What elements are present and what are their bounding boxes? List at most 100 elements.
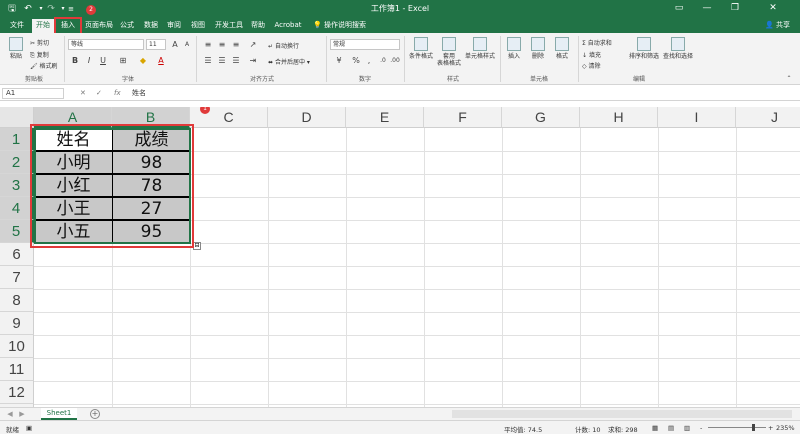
column-header-g[interactable]: G — [502, 107, 580, 128]
font-size-select[interactable]: 11 — [146, 39, 166, 50]
italic-button[interactable]: I — [84, 55, 94, 66]
align-right-icon[interactable]: ☰ — [230, 55, 242, 66]
row-header-2[interactable]: 2 — [0, 151, 34, 174]
align-bottom-icon[interactable]: ≡ — [230, 39, 242, 50]
tab-acrobat[interactable]: Acrobat — [273, 19, 303, 33]
clear-button[interactable]: ◇ 清除 — [582, 61, 601, 70]
font-name-select[interactable]: 等线 — [68, 39, 144, 50]
column-header-f[interactable]: F — [424, 107, 502, 128]
row-header-4[interactable]: 4 — [0, 197, 34, 220]
comma-button[interactable]: , — [364, 55, 374, 66]
tab-view[interactable]: 视图 — [189, 19, 207, 33]
row-header-12[interactable]: 12 — [0, 381, 34, 404]
wrap-text-button[interactable]: ↵ 自动换行 — [268, 41, 299, 50]
sort-filter-button[interactable]: 排序和筛选 — [628, 37, 660, 60]
row-header-8[interactable]: 8 — [0, 289, 34, 312]
border-icon[interactable]: ⊞ — [116, 55, 130, 66]
row-header-5[interactable]: 5 — [0, 220, 34, 243]
column-header-d[interactable]: D — [268, 107, 346, 128]
tab-data[interactable]: 数据 — [142, 19, 160, 33]
row-header-1[interactable]: 1 — [0, 128, 34, 151]
page-break-view-icon[interactable]: ▥ — [684, 424, 690, 432]
zoom-slider[interactable] — [708, 427, 766, 428]
row-header-9[interactable]: 9 — [0, 312, 34, 335]
decrease-font-icon[interactable]: A — [182, 39, 192, 50]
tab-help[interactable]: 帮助 — [249, 19, 267, 33]
align-center-icon[interactable]: ☰ — [216, 55, 228, 66]
increase-decimal-icon[interactable]: .0 — [378, 55, 388, 66]
format-as-table-button[interactable]: 套用 表格格式 — [436, 37, 462, 67]
conditional-format-button[interactable]: 条件格式 — [408, 37, 434, 60]
formula-input[interactable]: 姓名 — [132, 88, 146, 99]
column-header-j[interactable]: J — [736, 107, 800, 128]
tab-file[interactable]: 文件 — [6, 19, 28, 33]
bold-button[interactable]: B — [70, 55, 80, 66]
ribbon-display-icon[interactable]: ▭ — [666, 1, 692, 15]
copy-button[interactable]: ⎘ 复制 — [30, 50, 49, 60]
delete-cells-button[interactable]: 删除 — [528, 37, 548, 60]
paste-button[interactable]: 粘贴 — [6, 37, 26, 60]
align-middle-icon[interactable]: ≡ — [216, 39, 228, 50]
minimize-icon[interactable]: — — [694, 1, 720, 15]
conditional-format-label: 条件格式 — [408, 53, 433, 60]
tab-home[interactable]: 开始 — [32, 19, 54, 33]
cell-styles-button[interactable]: 单元格样式 — [464, 37, 496, 60]
row-header-7[interactable]: 7 — [0, 266, 34, 289]
scroll-left-icon[interactable]: ◀ — [6, 409, 14, 419]
close-icon[interactable]: ✕ — [760, 1, 786, 15]
row-header-3[interactable]: 3 — [0, 174, 34, 197]
column-header-h[interactable]: H — [580, 107, 658, 128]
zoom-slider-thumb[interactable] — [752, 424, 755, 431]
fill-button[interactable]: ↓ 填充 — [582, 50, 601, 59]
select-all-button[interactable] — [0, 107, 34, 128]
page-layout-view-icon[interactable]: ▤ — [668, 424, 674, 432]
share-button[interactable]: 👤 共享 — [765, 19, 790, 32]
format-painter-button[interactable]: 🖌 格式刷 — [30, 61, 58, 70]
zoom-level[interactable]: 235% — [776, 424, 795, 432]
tab-developer[interactable]: 开发工具 — [213, 19, 245, 33]
tell-me-search[interactable]: 💡 操作说明搜索 — [313, 19, 366, 32]
horizontal-scrollbar[interactable] — [452, 410, 792, 418]
fx-button[interactable]: fx — [114, 88, 121, 99]
quick-analysis-icon[interactable]: ⊟ — [193, 242, 201, 250]
normal-view-icon[interactable]: ▦ — [652, 424, 658, 432]
enter-icon[interactable]: ✓ — [96, 88, 102, 99]
find-select-button[interactable]: 查找和选择 — [662, 37, 694, 60]
decrease-decimal-icon[interactable]: .00 — [390, 55, 400, 66]
cancel-icon[interactable]: ✕ — [80, 88, 86, 99]
zoom-out-button[interactable]: - — [700, 424, 702, 432]
accessibility-icon[interactable]: ▣ — [26, 424, 32, 432]
align-left-icon[interactable]: ☰ — [202, 55, 214, 66]
align-top-icon[interactable]: ≡ — [202, 39, 214, 50]
fill-color-icon[interactable]: ◆ — [136, 55, 150, 66]
worksheet-grid[interactable]: A B C D E F G H I J 1 2 3 4 5 6 7 8 9 10… — [0, 107, 800, 409]
font-color-button[interactable]: A — [156, 55, 166, 66]
indent-icon[interactable]: ⇥ — [246, 55, 260, 66]
row-header-6[interactable]: 6 — [0, 243, 34, 266]
increase-font-icon[interactable]: A — [170, 39, 180, 50]
underline-button[interactable]: U — [98, 55, 108, 66]
tab-page-layout[interactable]: 页面布局 — [83, 19, 115, 33]
insert-cells-button[interactable]: 插入 — [504, 37, 524, 60]
currency-icon[interactable]: ¥ — [332, 55, 346, 66]
row-header-10[interactable]: 10 — [0, 335, 34, 358]
tab-formulas[interactable]: 公式 — [118, 19, 136, 33]
orientation-icon[interactable]: ↗ — [246, 39, 260, 50]
scroll-right-icon[interactable]: ▶ — [18, 409, 26, 419]
restore-icon[interactable]: ❐ — [722, 1, 748, 15]
zoom-in-button[interactable]: + — [768, 424, 773, 432]
number-format-select[interactable]: 常规 — [330, 39, 400, 50]
collapse-ribbon-icon[interactable]: ⌃ — [784, 73, 794, 83]
merge-center-button[interactable]: ⬌ 合并后居中 ▾ — [268, 57, 310, 66]
format-cells-button[interactable]: 格式 — [552, 37, 572, 60]
percent-button[interactable]: % — [350, 55, 362, 66]
add-sheet-button[interactable]: + — [90, 409, 100, 419]
cut-button[interactable]: ✂ 剪切 — [30, 38, 49, 47]
autosum-button[interactable]: Σ 自动求和 — [582, 38, 612, 47]
row-header-11[interactable]: 11 — [0, 358, 34, 381]
name-box[interactable]: A1 — [2, 88, 64, 99]
tab-review[interactable]: 审阅 — [165, 19, 183, 33]
sheet-tab-sheet1[interactable]: Sheet1 — [41, 408, 77, 420]
column-header-e[interactable]: E — [346, 107, 424, 128]
column-header-i[interactable]: I — [658, 107, 736, 128]
